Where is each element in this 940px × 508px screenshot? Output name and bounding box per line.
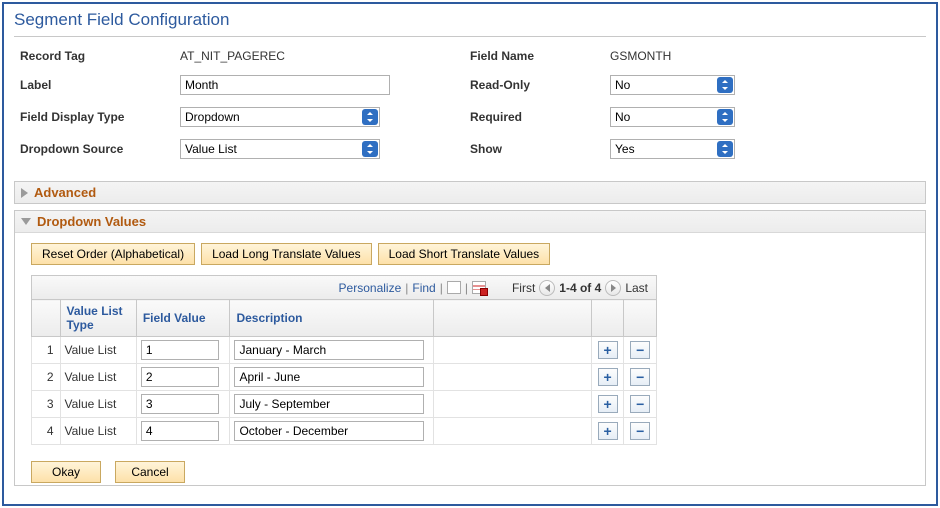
chevron-updown-icon	[717, 109, 733, 125]
table-row: 3Value List +−	[32, 391, 657, 418]
grid-wrap: Personalize | Find | | First 1-4 of 4 La…	[21, 275, 919, 445]
values-grid: Value List Type Field Value Description …	[31, 299, 657, 445]
separator: |	[440, 281, 443, 295]
separator: |	[465, 281, 468, 295]
row-number: 3	[32, 391, 61, 418]
show-select[interactable]	[610, 139, 735, 159]
row-type: Value List	[60, 337, 136, 364]
description-input[interactable]	[234, 421, 424, 441]
range-label: 1-4 of 4	[559, 281, 601, 295]
record-tag-label: Record Tag	[20, 49, 180, 63]
col-value-list-type[interactable]: Value List Type	[60, 300, 136, 337]
last-label: Last	[625, 281, 648, 295]
field-name-value: GSMONTH	[610, 49, 671, 63]
dropdown-values-title: Dropdown Values	[37, 214, 146, 229]
field-value-input[interactable]	[141, 340, 219, 360]
label-field[interactable]	[180, 75, 390, 95]
dropdown-source-label: Dropdown Source	[20, 142, 180, 156]
field-value-input[interactable]	[141, 367, 219, 387]
read-only-select[interactable]	[610, 75, 735, 95]
add-row-button[interactable]: +	[598, 368, 618, 386]
row-type: Value List	[60, 364, 136, 391]
left-col: Record Tag AT_NIT_PAGEREC Label Field Di…	[20, 49, 470, 171]
download-icon[interactable]	[472, 281, 486, 294]
remove-row-button[interactable]: −	[630, 422, 650, 440]
description-input[interactable]	[234, 394, 424, 414]
chevron-updown-icon	[717, 141, 733, 157]
row-type: Value List	[60, 391, 136, 418]
load-short-button[interactable]: Load Short Translate Values	[378, 243, 551, 265]
zoom-icon[interactable]	[447, 281, 461, 294]
right-col: Field Name GSMONTH Read-Only Required Sh…	[470, 49, 920, 171]
add-row-button[interactable]: +	[598, 422, 618, 440]
remove-row-button[interactable]: −	[630, 395, 650, 413]
field-value-input[interactable]	[141, 394, 219, 414]
dropdown-values-header[interactable]: Dropdown Values	[15, 211, 925, 233]
remove-row-button[interactable]: −	[630, 368, 650, 386]
description-input[interactable]	[234, 367, 424, 387]
next-page-button[interactable]	[605, 280, 621, 296]
row-number: 4	[32, 418, 61, 445]
table-row: 4Value List +−	[32, 418, 657, 445]
row-number: 1	[32, 337, 61, 364]
dropdown-values-section: Dropdown Values Reset Order (Alphabetica…	[14, 210, 926, 486]
chevron-down-icon	[21, 218, 31, 225]
description-input[interactable]	[234, 340, 424, 360]
separator: |	[405, 281, 408, 295]
field-display-type-select[interactable]	[180, 107, 380, 127]
dropdown-source-select[interactable]	[180, 139, 380, 159]
record-tag-value: AT_NIT_PAGEREC	[180, 49, 285, 63]
chevron-updown-icon	[362, 141, 378, 157]
required-select[interactable]	[610, 107, 735, 127]
remove-row-button[interactable]: −	[630, 341, 650, 359]
chevron-updown-icon	[362, 109, 378, 125]
col-description[interactable]: Description	[230, 300, 434, 337]
field-name-label: Field Name	[470, 49, 610, 63]
form-area: Record Tag AT_NIT_PAGEREC Label Field Di…	[14, 37, 926, 181]
find-link[interactable]: Find	[412, 281, 435, 295]
prev-page-button[interactable]	[539, 280, 555, 296]
required-label: Required	[470, 110, 610, 124]
col-field-value[interactable]: Field Value	[136, 300, 230, 337]
grid-toolbar: Personalize | Find | | First 1-4 of 4 La…	[31, 275, 657, 299]
row-number: 2	[32, 364, 61, 391]
load-long-button[interactable]: Load Long Translate Values	[201, 243, 372, 265]
cancel-button[interactable]: Cancel	[115, 461, 185, 483]
segment-field-config: Segment Field Configuration Record Tag A…	[2, 2, 938, 506]
personalize-link[interactable]: Personalize	[339, 281, 402, 295]
label-label: Label	[20, 78, 180, 92]
chevron-right-icon	[21, 188, 28, 198]
field-value-input[interactable]	[141, 421, 219, 441]
add-row-button[interactable]: +	[598, 341, 618, 359]
field-display-type-label: Field Display Type	[20, 110, 180, 124]
dropdown-values-body: Reset Order (Alphabetical) Load Long Tra…	[15, 233, 925, 485]
first-label: First	[512, 281, 535, 295]
table-row: 1Value List +−	[32, 337, 657, 364]
page-title: Segment Field Configuration	[14, 8, 926, 37]
field-display-type-value[interactable]	[180, 107, 380, 127]
advanced-section[interactable]: Advanced	[14, 181, 926, 204]
advanced-title: Advanced	[34, 185, 96, 200]
reset-order-button[interactable]: Reset Order (Alphabetical)	[31, 243, 195, 265]
row-type: Value List	[60, 418, 136, 445]
okay-button[interactable]: Okay	[31, 461, 101, 483]
table-row: 2Value List +−	[32, 364, 657, 391]
chevron-updown-icon	[717, 77, 733, 93]
read-only-label: Read-Only	[470, 78, 610, 92]
dropdown-source-value[interactable]	[180, 139, 380, 159]
add-row-button[interactable]: +	[598, 395, 618, 413]
show-label: Show	[470, 142, 610, 156]
